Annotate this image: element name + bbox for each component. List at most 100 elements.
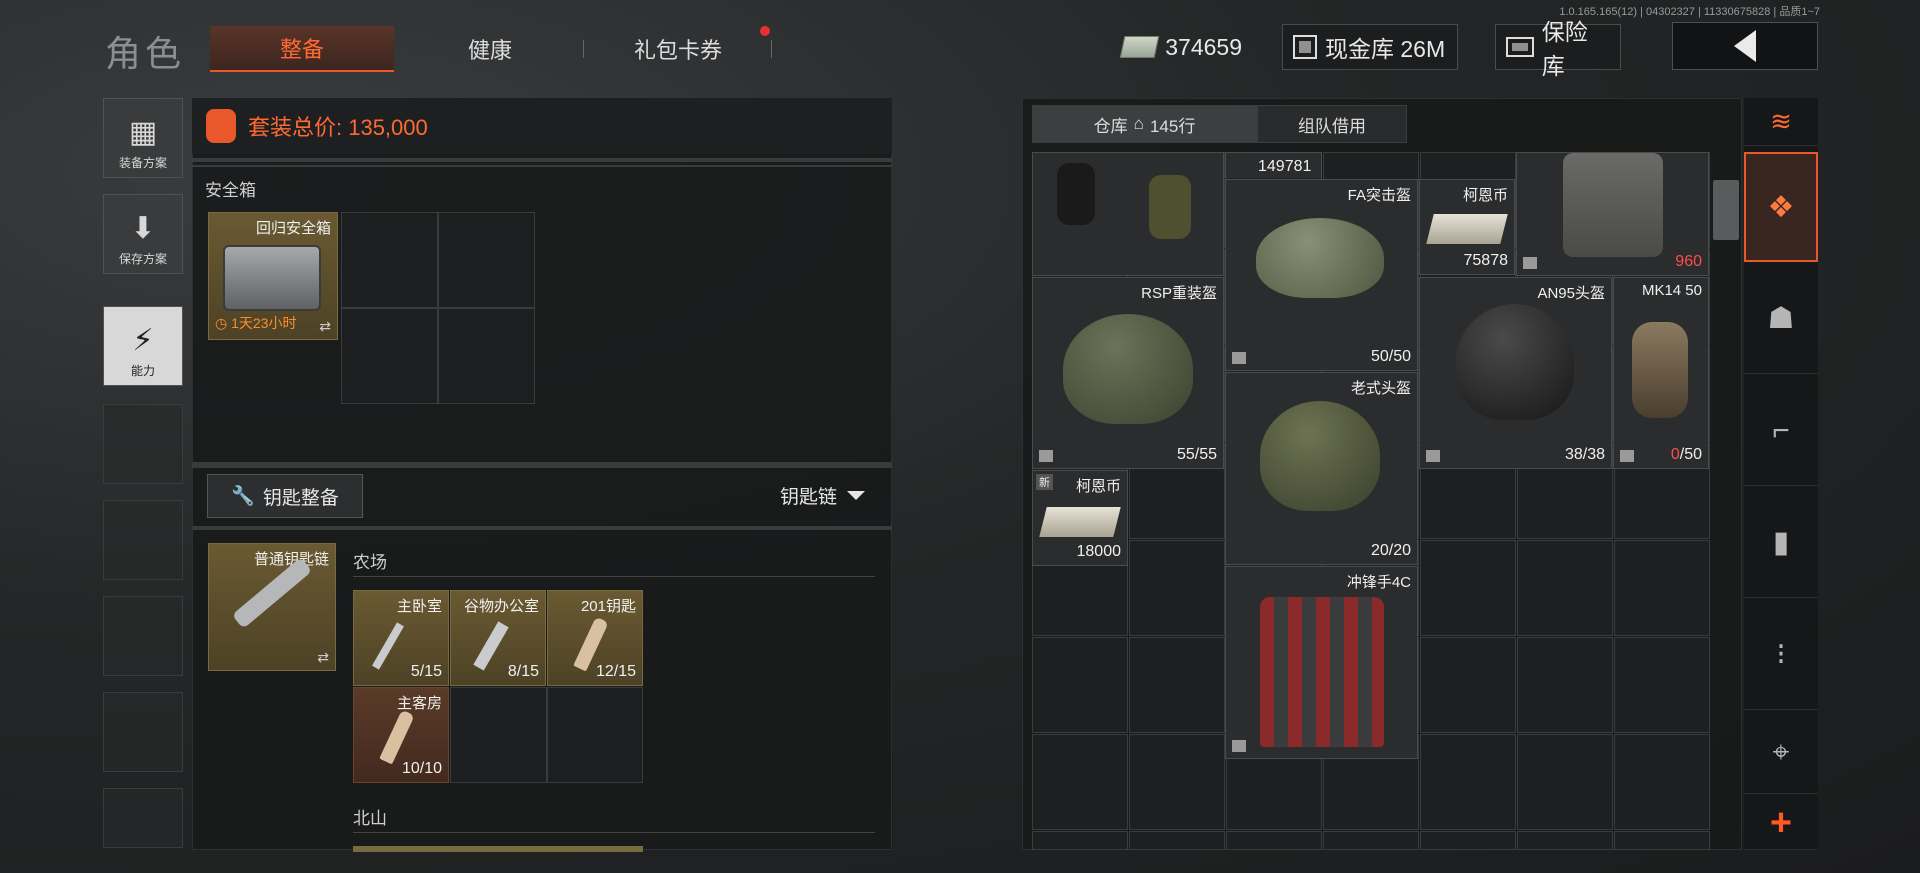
warehouse-grid-cell[interactable] (1032, 637, 1128, 733)
key-guest-room[interactable]: 主客房 10/10 (353, 687, 449, 783)
key-grain-office[interactable]: 谷物办公室 8/15 (450, 590, 546, 686)
save-plan-button[interactable]: ⬇ 保存方案 (103, 194, 183, 274)
item-name: FA突击盔 (1347, 187, 1411, 204)
tab-health[interactable]: 健康 (398, 26, 582, 72)
home-icon: ⌂ (1133, 114, 1144, 133)
category-vest[interactable]: ☗ (1744, 264, 1818, 374)
divider (192, 462, 892, 468)
kern-coin-item[interactable]: 柯恩币 75878 (1419, 179, 1515, 275)
helmet-icon (1256, 218, 1384, 298)
warehouse-grid-cell[interactable] (1614, 637, 1710, 733)
warehouse-grid-cell[interactable] (1129, 540, 1225, 636)
warehouse-grid-cell[interactable] (1129, 831, 1225, 850)
item-count: 12/15 (595, 663, 636, 680)
assault-4c-bag[interactable]: 冲锋手4C (1225, 566, 1418, 759)
tag-icon (1232, 740, 1246, 752)
item-count: 20/20 (1370, 542, 1411, 559)
loadout-plan-button[interactable]: ▦ 装备方案 (103, 98, 183, 178)
key-master-bedroom[interactable]: 主卧室 5/15 (353, 590, 449, 686)
headset-icon (1149, 175, 1191, 239)
sort-button[interactable]: ≋ (1744, 98, 1818, 146)
safebox-item[interactable]: 回归安全箱 ◷ 1天23小时 ⇄ (208, 212, 338, 340)
headset-item[interactable] (1032, 152, 1224, 276)
safebox-label: 安全箱 (205, 181, 256, 200)
empty-side-slot (103, 788, 183, 848)
add-category-button[interactable]: + (1744, 798, 1818, 850)
item-name: 柯恩币 (1462, 187, 1508, 204)
money-stack-item[interactable]: 149781 (1225, 152, 1322, 178)
tab-team-borrow[interactable]: 组队借用 (1257, 105, 1407, 143)
keychain-item[interactable]: 普通钥匙链 ⇄ (208, 543, 336, 671)
divider (192, 526, 892, 530)
scrollbar-thumb[interactable] (1713, 180, 1739, 240)
safe-vault-button[interactable]: 保险库 (1495, 19, 1621, 79)
backpack-icon (1563, 153, 1663, 257)
warehouse-grid-cell[interactable] (1129, 734, 1225, 830)
category-magazine[interactable]: ▮ (1744, 488, 1818, 598)
warehouse-grid-cell[interactable] (1226, 831, 1322, 850)
warehouse-grid-cell[interactable] (1420, 637, 1516, 733)
key-loadout-tab[interactable]: 🔧 钥匙整备 (207, 474, 363, 518)
tag-icon (1426, 450, 1440, 462)
cash-vault-button[interactable]: 现金库 26M (1282, 24, 1458, 70)
ability-label: 能力 (130, 364, 155, 378)
category-weapon[interactable]: ⌐ (1744, 376, 1818, 486)
warehouse-grid-cell[interactable] (1614, 734, 1710, 830)
vest-icon: ▦ (128, 116, 158, 149)
tab-warehouse[interactable]: 仓库 ⌂ 145行 (1032, 105, 1257, 143)
total-price-bar: 套装总价: 135,000 (192, 98, 892, 154)
tab-label: 健康 (467, 38, 512, 63)
kern-coin-item[interactable]: 新 柯恩币 18000 (1032, 470, 1128, 566)
category-attachment[interactable]: ⌖ (1744, 712, 1818, 794)
key-icon: 🔧 (231, 486, 255, 507)
warehouse-grid-cell[interactable] (1420, 540, 1516, 636)
key-icon (473, 621, 509, 671)
tab-gift-cards[interactable]: 礼包卡券 (586, 26, 770, 72)
item-name: RSP重装盔 (1141, 285, 1217, 302)
bullet-icon: ⁝ (1776, 638, 1786, 671)
tab-loadout[interactable]: 整备 (210, 26, 394, 72)
swap-icon: ⇄ (319, 318, 331, 334)
ability-button[interactable]: ⚡ 能力 (103, 306, 183, 386)
mk14-magazine[interactable]: MK14 50 0/50 (1613, 277, 1709, 469)
drum-magazine-icon (1632, 322, 1688, 418)
vault-icon (1293, 35, 1317, 59)
keychain-dropdown[interactable]: 钥匙链 (780, 482, 866, 509)
safe-vault-label: 保险库 (1541, 19, 1588, 79)
warehouse-grid-cell[interactable] (1420, 734, 1516, 830)
key-201[interactable]: 201钥匙 12/15 (547, 590, 643, 686)
warehouse-grid-cell[interactable] (1614, 831, 1710, 850)
back-button[interactable] (1672, 22, 1818, 70)
warehouse-grid-cell[interactable] (1129, 637, 1225, 733)
category-all[interactable]: ❖ (1744, 152, 1818, 262)
cash-display: 374659 (1112, 24, 1252, 70)
item-name: 谷物办公室 (463, 598, 539, 615)
item-name: 老式头盔 (1350, 380, 1411, 397)
headset-icon (1057, 163, 1095, 225)
warehouse-grid-cell[interactable] (1517, 831, 1613, 850)
warehouse-grid-cell[interactable] (1420, 831, 1516, 850)
fa-assault-helmet[interactable]: FA突击盔 50/50 (1225, 179, 1418, 371)
warehouse-grid-cell[interactable] (1032, 734, 1128, 830)
warehouse-grid-cell[interactable] (1517, 637, 1613, 733)
save-plan-label: 保存方案 (118, 252, 167, 266)
cash-vault-label: 现金库 26M (1325, 36, 1446, 62)
old-helmet[interactable]: 老式头盔 20/20 (1225, 372, 1418, 565)
key-icon (379, 709, 415, 765)
magazine-icon: ▮ (1772, 526, 1790, 559)
medic-backpack-item[interactable]: 960 (1516, 152, 1709, 276)
loadout-plan-label: 装备方案 (118, 156, 167, 170)
category-ammo[interactable]: ⁝ (1744, 600, 1818, 710)
warehouse-grid-cell[interactable] (1323, 831, 1419, 850)
warehouse-grid-cell[interactable] (1517, 540, 1613, 636)
swap-icon: ⇄ (317, 649, 329, 665)
tab-label: 组队借用 (1298, 116, 1366, 136)
warehouse-grid-cell[interactable] (1032, 831, 1128, 850)
warehouse-grid-cell[interactable] (1517, 734, 1613, 830)
tab-label: 仓库 (1093, 116, 1128, 136)
bag-icon (1260, 597, 1384, 747)
rsp-heavy-helmet[interactable]: RSP重装盔 55/55 (1032, 277, 1224, 469)
an95-helmet[interactable]: AN95头盔 38/38 (1419, 277, 1612, 469)
item-name: 主客房 (396, 695, 442, 712)
warehouse-grid-cell[interactable] (1614, 540, 1710, 636)
